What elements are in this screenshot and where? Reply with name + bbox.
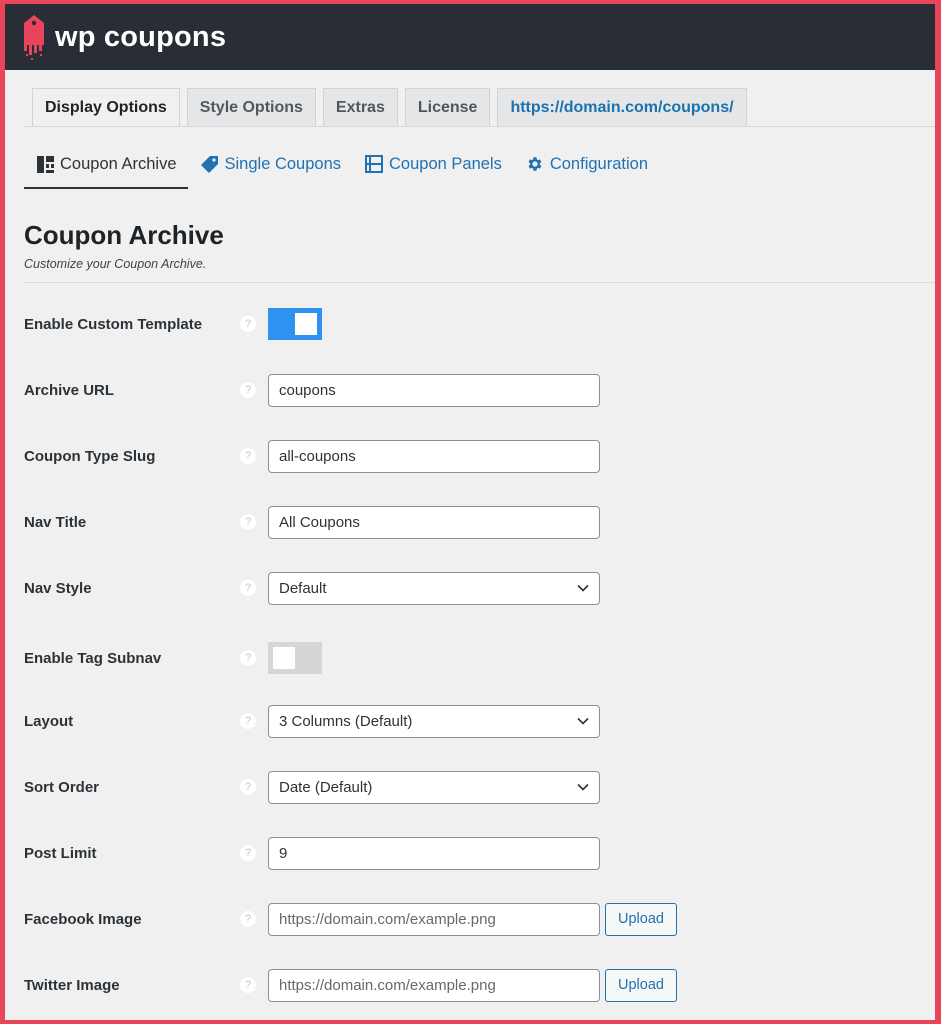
field-post-limit: Post Limit ? 9 [24, 836, 600, 870]
help-icon[interactable]: ? [240, 911, 256, 927]
gear-icon [528, 157, 542, 171]
price-tag-logo-icon [24, 15, 44, 60]
help-icon[interactable]: ? [240, 514, 256, 530]
field-label: Layout [24, 712, 74, 730]
section-description: Customize your Coupon Archive. [24, 257, 207, 271]
select-value: Date (Default) [279, 778, 373, 796]
select-value: Default [279, 579, 327, 597]
help-icon[interactable]: ? [240, 580, 256, 596]
field-label: Post Limit [24, 844, 97, 862]
field-enable-tag-subnav: Enable Tag Subnav ? [24, 641, 322, 675]
field-facebook-image: Facebook Image ? https://domain.com/exam… [24, 902, 677, 936]
chevron-down-icon [577, 717, 589, 725]
tab-style-options[interactable]: Style Options [186, 88, 316, 126]
field-label: Sort Order [24, 778, 100, 796]
nav-title-input[interactable]: All Coupons [268, 505, 600, 539]
sort-order-select[interactable]: Date (Default) [268, 770, 600, 804]
facebook-image-upload-button[interactable]: Upload [605, 902, 677, 936]
subnav-label: Coupon Archive [60, 154, 177, 173]
field-twitter-image: Twitter Image ? https://domain.com/examp… [24, 968, 677, 1002]
twitter-image-upload-button[interactable]: Upload [605, 968, 677, 1002]
grid-layout-icon [37, 155, 54, 173]
field-sort-order: Sort Order ? Date (Default) [24, 770, 600, 804]
subnav-label: Configuration [549, 154, 648, 173]
help-icon[interactable]: ? [240, 779, 256, 795]
field-label: Nav Title [24, 513, 87, 531]
field-label: Twitter Image [24, 976, 120, 994]
tab-display-options[interactable]: Display Options [32, 88, 180, 127]
chevron-down-icon [577, 584, 589, 592]
tab-extras[interactable]: Extras [322, 88, 398, 126]
subnav-coupon-archive[interactable]: Coupon Archive [24, 146, 188, 189]
subnav-coupon-panels[interactable]: Coupon Panels [365, 146, 502, 182]
archive-url-input[interactable]: coupons [268, 373, 600, 407]
settings-page: wp coupons Display Options Style Options… [5, 4, 935, 1020]
field-enable-custom-template: Enable Custom Template ? [24, 307, 322, 341]
tag-icon [200, 156, 218, 173]
field-layout: Layout ? 3 Columns (Default) [24, 704, 600, 738]
help-icon[interactable]: ? [240, 713, 256, 729]
subnav-single-coupons[interactable]: Single Coupons [200, 146, 342, 182]
section-divider [24, 282, 935, 283]
main-tabs: Display Options Style Options Extras Lic… [32, 88, 747, 127]
field-coupon-type-slug: Coupon Type Slug ? all-coupons [24, 439, 600, 473]
toggle-knob [273, 647, 295, 669]
sub-navigation: Coupon Archive Single Coupons Coupon Pan… [24, 146, 672, 189]
twitter-image-input[interactable]: https://domain.com/example.png [268, 968, 600, 1002]
toggle-knob [295, 313, 317, 335]
subnav-label: Coupon Panels [389, 154, 502, 173]
top-bar: wp coupons [5, 4, 935, 70]
help-icon[interactable]: ? [240, 316, 256, 332]
post-limit-input[interactable]: 9 [268, 836, 600, 870]
enable-tag-subnav-toggle[interactable] [268, 642, 322, 674]
help-icon[interactable]: ? [240, 448, 256, 464]
field-label: Nav Style [24, 579, 92, 597]
brand-name: wp coupons [55, 20, 227, 53]
field-label: Enable Custom Template [24, 315, 203, 333]
tabs-divider [25, 126, 935, 127]
help-icon[interactable]: ? [240, 845, 256, 861]
nav-style-select[interactable]: Default [268, 571, 600, 605]
tab-license[interactable]: License [404, 88, 491, 126]
facebook-image-input[interactable]: https://domain.com/example.png [268, 902, 600, 936]
help-icon[interactable]: ? [240, 977, 256, 993]
section-title: Coupon Archive [24, 220, 224, 250]
field-label: Facebook Image [24, 910, 142, 928]
field-label: Enable Tag Subnav [24, 649, 162, 667]
panels-icon [365, 155, 383, 173]
help-icon[interactable]: ? [240, 382, 256, 398]
tab-archive-link[interactable]: https://domain.com/coupons/ [497, 88, 747, 126]
enable-custom-template-toggle[interactable] [268, 308, 322, 340]
help-icon[interactable]: ? [240, 650, 256, 666]
layout-select[interactable]: 3 Columns (Default) [268, 704, 600, 738]
field-label: Archive URL [24, 381, 115, 399]
field-nav-title: Nav Title ? All Coupons [24, 505, 600, 539]
field-nav-style: Nav Style ? Default [24, 571, 600, 605]
select-value: 3 Columns (Default) [279, 712, 413, 730]
field-archive-url: Archive URL ? coupons [24, 373, 600, 407]
coupon-type-slug-input[interactable]: all-coupons [268, 439, 600, 473]
subnav-label: Single Coupons [224, 154, 342, 173]
field-label: Coupon Type Slug [24, 447, 156, 465]
subnav-configuration[interactable]: Configuration [526, 146, 648, 182]
chevron-down-icon [577, 783, 589, 791]
